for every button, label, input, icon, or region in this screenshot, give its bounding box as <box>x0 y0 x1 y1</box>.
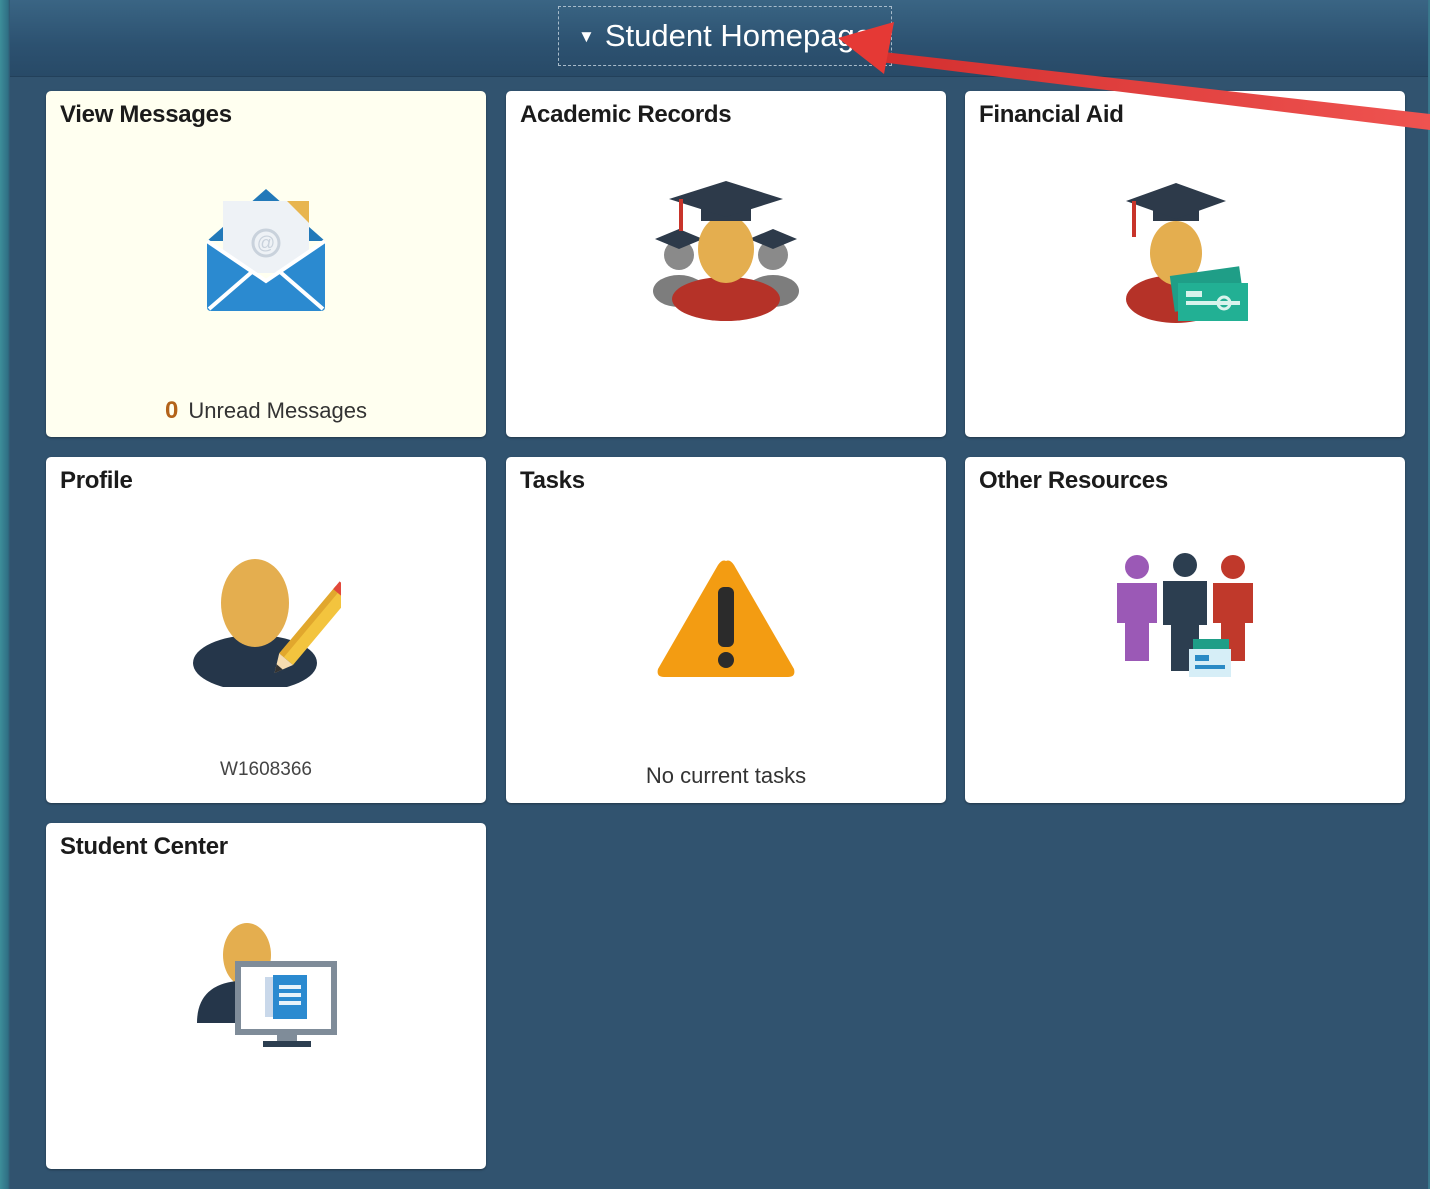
graduate-money-icon <box>1120 179 1250 330</box>
tile-academic-records[interactable]: Academic Records <box>506 91 946 437</box>
tile-tasks[interactable]: Tasks No current tasks <box>506 457 946 803</box>
app-window: ▼ Student Homepage View Messages @ 0 Unre… <box>10 0 1428 1189</box>
top-banner: ▼ Student Homepage <box>10 0 1428 77</box>
tile-title: Academic Records <box>520 101 732 128</box>
caret-down-icon: ▼ <box>578 27 595 46</box>
tile-view-messages[interactable]: View Messages @ 0 Unread Messages <box>46 91 486 437</box>
tile-title: Tasks <box>520 467 585 494</box>
unread-messages-summary: 0 Unread Messages <box>46 397 486 425</box>
tile-title: Financial Aid <box>979 101 1124 128</box>
tile-student-center[interactable]: Student Center <box>46 823 486 1169</box>
tile-other-resources[interactable]: Other Resources <box>965 457 1405 803</box>
user-monitor-icon <box>191 919 341 1056</box>
student-id: W1608366 <box>220 759 312 780</box>
tile-title: View Messages <box>60 101 232 128</box>
tile-title: Profile <box>60 467 133 494</box>
tile-title: Student Center <box>60 833 228 860</box>
envelope-icon: @ <box>203 185 329 318</box>
tile-financial-aid[interactable]: Financial Aid <box>965 91 1405 437</box>
tile-title: Other Resources <box>979 467 1168 494</box>
unread-count: 0 <box>165 397 179 424</box>
tasks-status: No current tasks <box>645 763 807 788</box>
user-edit-icon <box>191 547 354 692</box>
graduates-icon <box>651 179 801 326</box>
homepage-selector-label: Student Homepage <box>604 18 872 53</box>
tile-profile[interactable]: Profile W1608366 <box>46 457 486 803</box>
svg-text:@: @ <box>257 233 275 253</box>
homepage-selector-dropdown[interactable]: ▼ Student Homepage <box>558 6 892 66</box>
warning-icon <box>654 557 798 684</box>
people-group-icon <box>1113 553 1257 684</box>
unread-label: Unread Messages <box>188 398 367 423</box>
